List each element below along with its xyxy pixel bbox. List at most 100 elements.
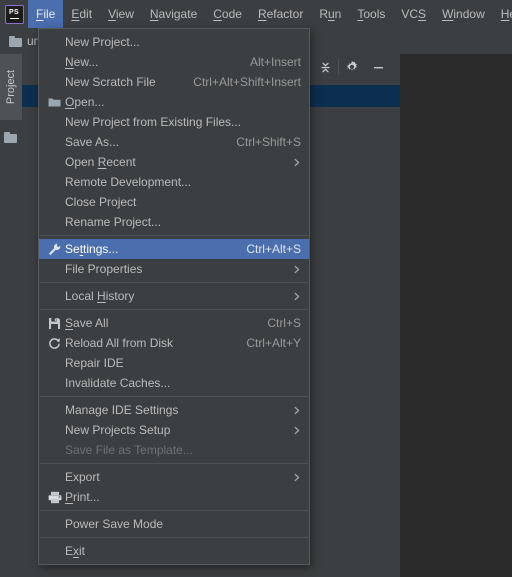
menu-item-label: Export (65, 470, 100, 484)
menu-item-shortcut: Ctrl+Alt+Shift+Insert (193, 75, 301, 89)
menu-item-manage-ide-settings[interactable]: Manage IDE Settings (39, 400, 309, 420)
printer-icon (46, 491, 63, 504)
chevron-right-icon (291, 292, 301, 301)
chevron-right-icon (291, 158, 301, 167)
menu-bar-item-code[interactable]: Code (205, 0, 250, 28)
menu-item-exit[interactable]: Exit (39, 541, 309, 561)
menu-item-shortcut: Ctrl+Shift+S (236, 135, 301, 149)
menu-item-label: Exit (65, 544, 86, 558)
menu-bar-item-tools[interactable]: Tools (349, 0, 393, 28)
chevron-right-icon (291, 426, 301, 435)
menu-item-label: New Scratch File (65, 75, 156, 89)
menu-bar-items: File Edit View Navigate Code Refactor Run Tools… (28, 0, 512, 28)
menu-separator (40, 235, 308, 236)
menu-bar-item-edit[interactable]: Edit (63, 0, 100, 28)
menu-item-label: Reload All from Disk (65, 336, 174, 350)
menu-separator (40, 463, 308, 464)
menu-item-label: Settings... (65, 242, 119, 256)
ide-window: PS File Edit View Navigate Code Refactor Run To… (0, 0, 512, 577)
logo-underline (9, 17, 19, 19)
menu-item-export[interactable]: Export (39, 467, 309, 487)
menu-bar-item-view[interactable]: View (100, 0, 142, 28)
menu-item-label: Close Project (65, 195, 137, 209)
menu-item-label: Print... (65, 490, 100, 504)
menu-item-label: Save File as Template... (65, 443, 193, 457)
chevron-right-icon (291, 265, 301, 274)
menu-item-new-project-from-existing-files[interactable]: New Project from Existing Files... (39, 112, 309, 132)
menu-item-label: New Project... (65, 35, 140, 49)
menu-item-label: Manage IDE Settings (65, 403, 179, 417)
menu-item-shortcut: Ctrl+Alt+S (246, 242, 301, 256)
menu-item-label: Invalidate Caches... (65, 376, 171, 390)
folder-icon (4, 132, 17, 143)
menu-item-local-history[interactable]: Local History (39, 286, 309, 306)
minimize-icon[interactable] (365, 54, 391, 80)
menu-item-settings[interactable]: Settings... Ctrl+Alt+S (39, 239, 309, 259)
menu-item-power-save-mode[interactable]: Power Save Mode (39, 514, 309, 534)
menu-item-rename-project[interactable]: Rename Project... (39, 212, 309, 232)
menu-bar-item-run[interactable]: Run (311, 0, 349, 28)
chevron-right-icon (291, 406, 301, 415)
menu-item-open-recent[interactable]: Open Recent (39, 152, 309, 172)
menu-item-open[interactable]: Open... (39, 92, 309, 112)
menu-item-label: Local History (65, 289, 135, 303)
menu-item-label: Save As... (65, 135, 120, 149)
menu-item-shortcut: Alt+Insert (249, 55, 301, 69)
menu-item-label: New... (65, 55, 99, 69)
project-breadcrumb[interactable]: un (0, 34, 40, 48)
menu-item-label: Open... (65, 95, 105, 109)
gear-icon[interactable] (339, 54, 365, 80)
menu-item-remote-development[interactable]: Remote Development... (39, 172, 309, 192)
menu-separator (40, 510, 308, 511)
menu-item-shortcut: Ctrl+Alt+Y (246, 336, 301, 350)
menu-item-label: Save All (65, 316, 109, 330)
menu-item-label: Remote Development... (65, 175, 192, 189)
menu-item-invalidate-caches[interactable]: Invalidate Caches... (39, 373, 309, 393)
collapse-all-icon[interactable] (312, 54, 338, 80)
menu-item-shortcut: Ctrl+S (267, 316, 301, 330)
menu-separator (40, 309, 308, 310)
reload-icon (46, 337, 63, 350)
menu-item-file-properties[interactable]: File Properties (39, 259, 309, 279)
menu-item-save-all[interactable]: Save All Ctrl+S (39, 313, 309, 333)
menu-item-label: New Project from Existing Files... (65, 115, 242, 129)
main-menu-bar: PS File Edit View Navigate Code Refactor Run To… (0, 0, 512, 28)
project-tab-label: Project (5, 69, 17, 105)
logo-text: PS (9, 9, 19, 16)
menu-item-new[interactable]: New... Alt+Insert (39, 52, 309, 72)
toolwindow-toolbar (312, 54, 400, 80)
sidebar-item-project[interactable]: Project (0, 54, 22, 120)
menu-bar-item-file[interactable]: File (28, 0, 64, 28)
phpstorm-logo: PS (0, 0, 28, 28)
menu-item-repair-ide[interactable]: Repair IDE (39, 353, 309, 373)
menu-bar-item-refactor[interactable]: Refactor (250, 0, 311, 28)
file-dropdown-menu: New Project... New... Alt+Insert New Scratc… (38, 28, 310, 565)
menu-item-close-project[interactable]: Close Project (39, 192, 309, 212)
left-tool-strip: Project (0, 54, 23, 577)
menu-separator (40, 537, 308, 538)
menu-item-new-project[interactable]: New Project... (39, 32, 309, 52)
menu-item-new-projects-setup[interactable]: New Projects Setup (39, 420, 309, 440)
menu-item-label: Rename Project... (65, 215, 162, 229)
menu-bar-item-navigate[interactable]: Navigate (142, 0, 205, 28)
menu-item-label: Repair IDE (65, 356, 124, 370)
wrench-icon (46, 243, 63, 256)
menu-item-reload-all-from-disk[interactable]: Reload All from Disk Ctrl+Alt+Y (39, 333, 309, 353)
menu-separator (40, 282, 308, 283)
menu-item-label: File Properties (65, 262, 143, 276)
menu-item-label: Open Recent (65, 155, 136, 169)
menu-item-new-scratch-file[interactable]: New Scratch File Ctrl+Alt+Shift+Insert (39, 72, 309, 92)
menu-bar-item-window[interactable]: Window (434, 0, 493, 28)
menu-item-print[interactable]: Print... (39, 487, 309, 507)
menu-item-save-as[interactable]: Save As... Ctrl+Shift+S (39, 132, 309, 152)
folder-icon (9, 35, 22, 47)
menu-separator (40, 396, 308, 397)
save-icon (46, 317, 63, 330)
editor-area (400, 54, 512, 577)
menu-bar-item-vcs[interactable]: VCS (393, 0, 434, 28)
menu-item-label: New Projects Setup (65, 423, 171, 437)
menu-bar-item-help[interactable]: Help (493, 0, 512, 28)
folder-icon (46, 97, 63, 108)
menu-item-save-file-as-template: Save File as Template... (39, 440, 309, 460)
menu-item-label: Power Save Mode (65, 517, 164, 531)
